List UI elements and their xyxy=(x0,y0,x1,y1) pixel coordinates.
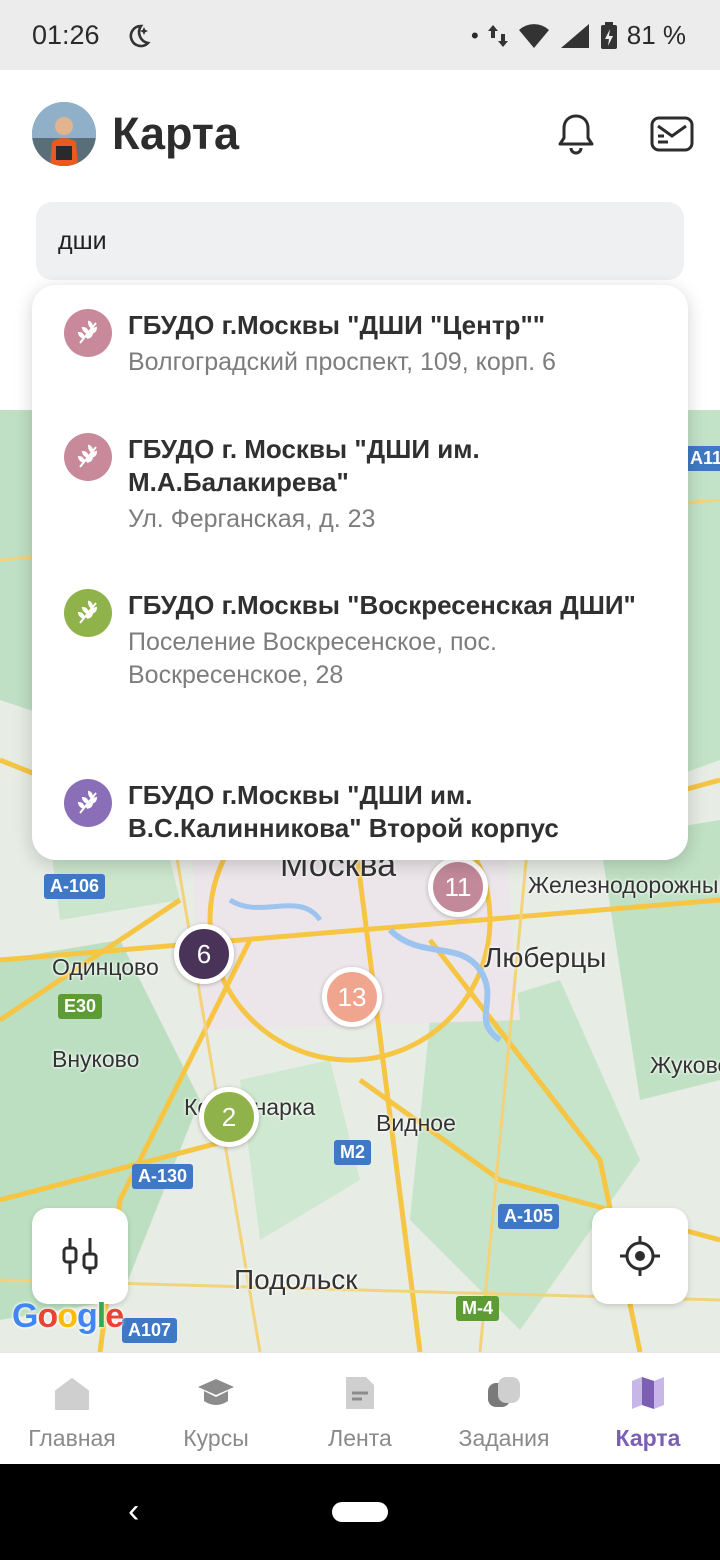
search-result-item[interactable]: ГБУДО г.Москвы "Воскресенская ДШИ" Посел… xyxy=(32,589,688,692)
nav-label: Задания xyxy=(458,1425,550,1451)
nav-tasks[interactable]: Задания xyxy=(432,1353,576,1465)
crosshair-icon xyxy=(620,1236,660,1276)
result-title: ГБУДО г. Москвы "ДШИ им. М.А.Балакирева" xyxy=(128,434,480,497)
result-title: ГБУДО г.Москвы "ДШИ "Центр"" xyxy=(128,310,546,340)
map-label-lyubertsy: Люберцы xyxy=(484,942,607,973)
search-result-item[interactable]: ГБУДО г. Москвы "ДШИ им. М.А.Балакирева"… xyxy=(32,433,688,536)
moon-icon xyxy=(129,24,151,48)
signal-icon xyxy=(560,23,589,48)
search-input[interactable] xyxy=(56,226,382,257)
nav-label: Главная xyxy=(28,1425,116,1451)
road-shield: А-105 xyxy=(498,1204,560,1229)
app-header: Карта xyxy=(0,70,720,200)
road-shield: А-130 xyxy=(132,1164,194,1189)
my-location-button[interactable] xyxy=(592,1208,688,1304)
result-address: Ул. Ферганская, д. 23 xyxy=(128,505,376,533)
school-icon xyxy=(64,433,112,481)
nav-feed[interactable]: Лента xyxy=(288,1353,432,1465)
search-result-item[interactable]: ГБУДО г.Москвы "ДШИ "Центр"" Волгоградск… xyxy=(32,309,688,379)
map-cluster-marker[interactable]: 11 xyxy=(428,857,488,917)
nav-label: Карта xyxy=(615,1425,681,1451)
home-gesture-pill[interactable] xyxy=(332,1502,388,1522)
map-label-vnukovo: Внуково xyxy=(52,1046,140,1072)
feed-document-icon xyxy=(346,1377,374,1409)
search-box[interactable] xyxy=(36,202,684,280)
map-label-zhukovsky: Жуковский xyxy=(650,1052,720,1078)
result-title: ГБУДО г.Москвы "Воскресенская ДШИ" xyxy=(128,590,636,620)
data-arrows-icon xyxy=(487,24,508,47)
wifi-icon xyxy=(518,23,549,48)
filter-sliders-icon xyxy=(62,1238,98,1274)
nav-home[interactable]: Главная xyxy=(0,1353,144,1465)
nav-courses[interactable]: Курсы xyxy=(144,1353,288,1465)
avatar-image xyxy=(32,102,96,166)
nav-label: Курсы xyxy=(183,1425,249,1451)
tasks-icon xyxy=(488,1377,520,1407)
map-cluster-marker[interactable]: 2 xyxy=(199,1087,259,1147)
road-shield: E30 xyxy=(58,994,103,1019)
road-shield: А113 xyxy=(684,446,720,471)
school-icon xyxy=(64,589,112,637)
status-time: 01:26 xyxy=(32,20,100,50)
result-address: Поселение Воскресенское, пос. Воскресенс… xyxy=(128,628,497,689)
home-icon xyxy=(55,1378,89,1410)
map-label-zheleznodorozhny: Железнодорожный xyxy=(528,872,720,898)
road-shield: M2 xyxy=(334,1140,372,1165)
nav-label: Лента xyxy=(328,1425,392,1451)
result-address: Волгоградский проспект, 109, корп. 6 xyxy=(128,348,556,376)
road-shield: M-4 xyxy=(456,1296,499,1321)
bell-icon[interactable] xyxy=(552,110,600,158)
map-cluster-marker[interactable]: 6 xyxy=(174,924,234,984)
map-label-vidnoe: Видное xyxy=(376,1110,456,1136)
result-title: ГБУДО г.Москвы "ДШИ им. В.С.Калинникова"… xyxy=(128,780,559,843)
status-icons: • 81 % xyxy=(471,20,686,51)
road-shield: А107 xyxy=(122,1318,178,1343)
search-results-dropdown: ГБУДО г.Москвы "ДШИ "Центр"" Волгоградск… xyxy=(32,285,688,860)
avatar[interactable] xyxy=(32,102,96,166)
filter-button[interactable] xyxy=(32,1208,128,1304)
system-navigation-bar: ‹ xyxy=(0,1464,720,1560)
road-shield: А-106 xyxy=(44,874,106,899)
map-cluster-marker[interactable]: 13 xyxy=(322,967,382,1027)
status-bar: 01:26 • 81 % xyxy=(0,0,720,70)
search-result-item[interactable]: ГБУДО г.Москвы "ДШИ им. В.С.Калинникова"… xyxy=(32,779,688,845)
map-label-odintsovo: Одинцово xyxy=(52,954,159,980)
map-label-podolsk: Подольск xyxy=(234,1264,358,1295)
school-icon xyxy=(64,309,112,357)
back-icon[interactable]: ‹ xyxy=(128,1492,139,1531)
bottom-navigation: Главная Курсы Лента Задания Карта xyxy=(0,1352,720,1464)
graduation-cap-icon xyxy=(198,1379,234,1405)
battery-percent: 81 % xyxy=(626,20,686,50)
nav-map[interactable]: Карта xyxy=(576,1353,720,1465)
school-icon xyxy=(64,779,112,827)
page-title: Карта xyxy=(112,108,240,159)
battery-charging-icon xyxy=(600,21,617,49)
dot-icon: • xyxy=(471,22,479,48)
message-icon[interactable] xyxy=(648,110,696,158)
map-icon xyxy=(632,1377,664,1409)
google-logo: Google xyxy=(12,1297,124,1335)
